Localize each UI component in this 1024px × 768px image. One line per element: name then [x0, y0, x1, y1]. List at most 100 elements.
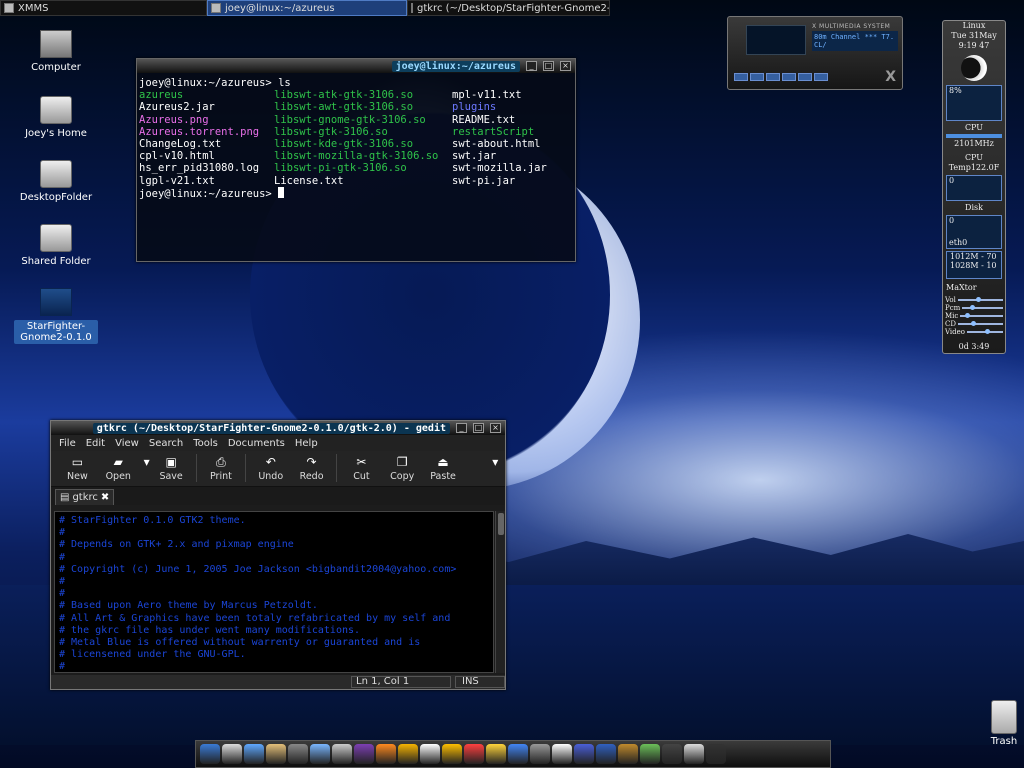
- slider-track[interactable]: [957, 321, 1003, 326]
- slider-knob[interactable]: [964, 313, 970, 318]
- dock-app-icon[interactable]: [266, 744, 286, 764]
- mic-slider[interactable]: Mic: [943, 312, 1005, 320]
- dock-app-icon[interactable]: [662, 744, 682, 764]
- redo-icon: ↷: [306, 455, 317, 469]
- close-button[interactable]: ×: [490, 423, 501, 433]
- maximize-button[interactable]: □: [473, 423, 484, 433]
- dock-app-icon[interactable]: [376, 744, 396, 764]
- dock-app-icon[interactable]: [574, 744, 594, 764]
- save-button[interactable]: ▣ Save: [151, 451, 192, 482]
- dock-app-icon[interactable]: [354, 744, 374, 764]
- dock-app-icon[interactable]: [464, 744, 484, 764]
- terminal-file-entry: libswt-pi-gtk-3106.so: [274, 162, 407, 175]
- slider-knob[interactable]: [971, 321, 977, 326]
- slider-label: Vol: [945, 296, 956, 304]
- eject-icon[interactable]: [814, 73, 828, 81]
- next-icon[interactable]: [798, 73, 812, 81]
- dock-app-icon[interactable]: [530, 744, 550, 764]
- menu-help[interactable]: Help: [295, 438, 318, 449]
- minimize-button[interactable]: _: [456, 423, 467, 433]
- task-xmms[interactable]: XMMS: [0, 0, 207, 16]
- video-slider[interactable]: Video: [943, 328, 1005, 336]
- dock-app-icon[interactable]: [552, 744, 572, 764]
- dock-app-icon[interactable]: [684, 744, 704, 764]
- new-button[interactable]: ▭ New: [57, 451, 98, 482]
- dock-app-icon[interactable]: [244, 744, 264, 764]
- vertical-scrollbar[interactable]: [495, 511, 505, 673]
- task-terminal[interactable]: joey@linux:~/azureus: [207, 0, 407, 16]
- slider-track[interactable]: [960, 313, 1003, 318]
- dock-app-icon[interactable]: [200, 744, 220, 764]
- menu-file[interactable]: File: [59, 438, 76, 449]
- slider-track[interactable]: [967, 329, 1003, 334]
- slider-knob[interactable]: [975, 297, 981, 302]
- print-button[interactable]: ⎙ Print: [201, 451, 242, 482]
- disk-label: Disk: [965, 203, 983, 212]
- terminal-titlebar[interactable]: joey@linux:~/azureus _ □ ×: [137, 59, 575, 73]
- desktop-icon-shared-folder[interactable]: Shared Folder: [14, 224, 98, 267]
- toolbar-overflow-button[interactable]: ▾: [486, 451, 505, 471]
- tab-gtkrc[interactable]: ▤ gtkrc ✖: [55, 489, 115, 505]
- toolbar-separator: [336, 454, 337, 482]
- terminal-prompt-text: joey@linux:~/azureus>: [139, 187, 279, 200]
- net-value: 0: [949, 216, 955, 225]
- xmms-player[interactable]: X MULTIMEDIA SYSTEM 80m Channel *** T7. …: [727, 16, 903, 90]
- scrollbar-thumb[interactable]: [498, 513, 504, 535]
- editor-content[interactable]: # StarFighter 0.1.0 GTK2 theme. # # Depend…: [55, 512, 493, 673]
- open-button[interactable]: ▰ Open: [98, 451, 139, 482]
- copy-button[interactable]: ❐ Copy: [382, 451, 423, 482]
- previous-icon[interactable]: [734, 73, 748, 81]
- menu-edit[interactable]: Edit: [86, 438, 105, 449]
- gedit-titlebar[interactable]: gtkrc (~/Desktop/StarFighter-Gnome2-0.1.…: [51, 421, 505, 435]
- pcm-slider[interactable]: Pcm: [943, 304, 1005, 312]
- slider-knob[interactable]: [970, 305, 976, 310]
- cd-slider[interactable]: CD: [943, 320, 1005, 328]
- undo-button[interactable]: ↶ Undo: [250, 451, 291, 482]
- task-gedit[interactable]: gtkrc (~/Desktop/StarFighter-Gnome2-...: [407, 0, 610, 16]
- play-icon[interactable]: [750, 73, 764, 81]
- desktop-icon-starfighter[interactable]: StarFighter-Gnome2-0.1.0: [14, 288, 98, 344]
- dock-app-icon[interactable]: [332, 744, 352, 764]
- cut-button[interactable]: ✂ Cut: [341, 451, 382, 482]
- dock-app-icon[interactable]: [310, 744, 330, 764]
- dock-app-icon[interactable]: [288, 744, 308, 764]
- cpu-frequency: 2101MHz: [954, 139, 994, 148]
- minimize-button[interactable]: _: [526, 61, 537, 71]
- stop-icon[interactable]: [782, 73, 796, 81]
- pause-icon[interactable]: [766, 73, 780, 81]
- paste-button[interactable]: ⏏ Paste: [423, 451, 464, 482]
- slider-track[interactable]: [962, 305, 1003, 310]
- dock-app-icon[interactable]: [508, 744, 528, 764]
- close-button[interactable]: ×: [560, 61, 571, 71]
- menu-tools[interactable]: Tools: [193, 438, 218, 449]
- dock-app-icon[interactable]: [398, 744, 418, 764]
- menu-documents[interactable]: Documents: [228, 438, 285, 449]
- menu-view[interactable]: View: [115, 438, 139, 449]
- editor-line: #: [59, 661, 66, 673]
- desktop-icon-trash[interactable]: Trash: [982, 700, 1024, 747]
- desktop-icon-desktopfolder[interactable]: DesktopFolder: [14, 160, 98, 203]
- menu-search[interactable]: Search: [149, 438, 183, 449]
- dock-app-icon[interactable]: [596, 744, 616, 764]
- terminal-window[interactable]: joey@linux:~/azureus _ □ × joey@linux:~/…: [136, 58, 576, 262]
- editor-line: # Copyright (c) June 1, 2005 Joe Jackson…: [59, 563, 457, 575]
- dock-app-icon[interactable]: [420, 744, 440, 764]
- dock-app-icon[interactable]: [486, 744, 506, 764]
- volume-slider[interactable]: Vol: [943, 296, 1005, 304]
- maximize-button[interactable]: □: [543, 61, 554, 71]
- desktop-icon-computer[interactable]: Computer: [14, 30, 98, 73]
- slider-track[interactable]: [957, 297, 1003, 302]
- open-dropdown-button[interactable]: ▾: [139, 451, 151, 471]
- terminal-output[interactable]: joey@linux:~/azureus> ls azureus libswt-at…: [137, 73, 575, 200]
- dock-app-icon[interactable]: [640, 744, 660, 764]
- close-tab-icon[interactable]: ✖: [101, 492, 109, 503]
- text-editor[interactable]: # StarFighter 0.1.0 GTK2 theme. # # Depend…: [54, 511, 494, 673]
- slider-knob[interactable]: [985, 329, 990, 334]
- dock-app-icon[interactable]: [618, 744, 638, 764]
- dock-app-icon[interactable]: [222, 744, 242, 764]
- dock-app-icon[interactable]: [706, 744, 726, 764]
- dock-app-icon[interactable]: [442, 744, 462, 764]
- desktop-icon-home[interactable]: Joey's Home: [14, 96, 98, 139]
- redo-button[interactable]: ↷ Redo: [291, 451, 332, 482]
- gedit-window[interactable]: gtkrc (~/Desktop/StarFighter-Gnome2-0.1.…: [50, 420, 506, 690]
